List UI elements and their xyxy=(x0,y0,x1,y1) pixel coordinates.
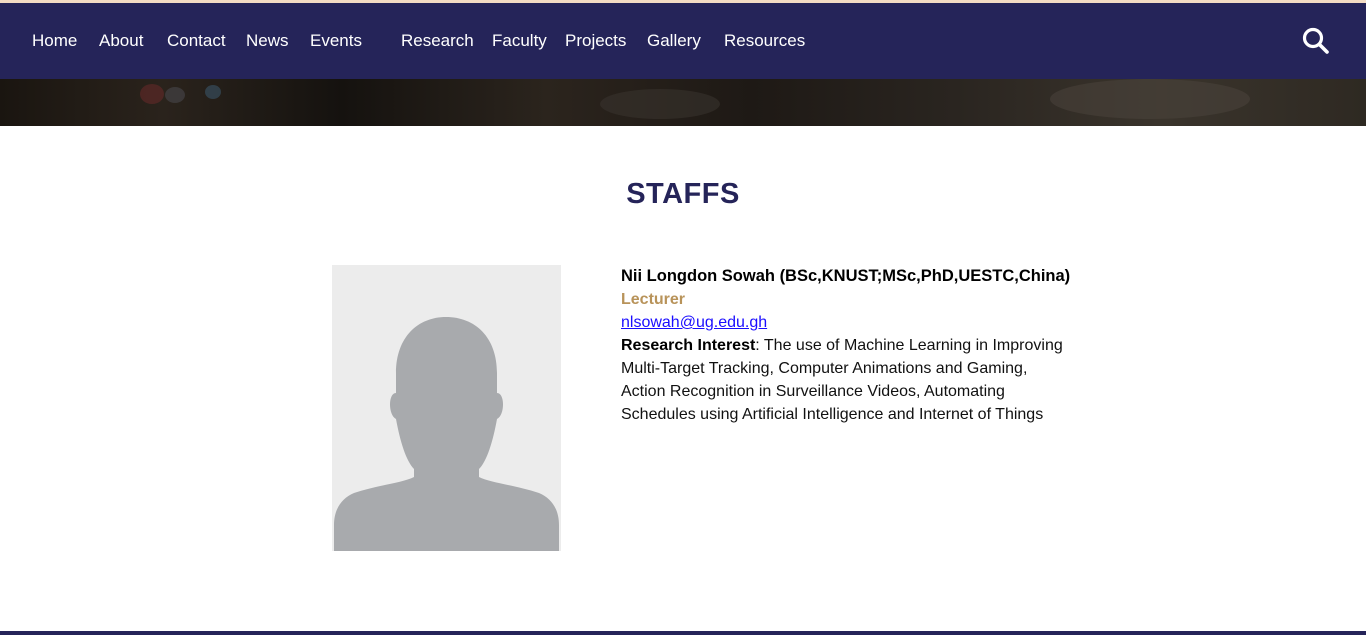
staff-photo xyxy=(332,265,561,551)
hero-banner-image xyxy=(0,79,1366,126)
nav-contact[interactable]: Contact xyxy=(167,31,226,51)
staff-email-link[interactable]: nlsowah@ug.edu.gh xyxy=(621,314,767,331)
nav-resources[interactable]: Resources xyxy=(724,31,805,51)
research-interest: Research Interest: The use of Machine Le… xyxy=(621,334,1071,426)
search-button[interactable] xyxy=(1300,25,1332,57)
nav-news[interactable]: News xyxy=(246,31,289,51)
search-icon xyxy=(1302,27,1329,54)
staff-name: Nii Longdon Sowah (BSc,KNUST;MSc,PhD,UES… xyxy=(621,267,1071,285)
nav-projects[interactable]: Projects xyxy=(565,31,626,51)
page-title: STAFFS xyxy=(626,178,740,210)
nav-events[interactable]: Events xyxy=(310,31,362,51)
staff-role: Lecturer xyxy=(621,291,686,308)
nav-gallery[interactable]: Gallery xyxy=(647,31,701,51)
research-interest-label: Research Interest xyxy=(621,337,756,354)
footer-bar xyxy=(0,631,1366,635)
nav-research[interactable]: Research xyxy=(401,31,474,51)
staff-info: Nii Longdon Sowah (BSc,KNUST;MSc,PhD,UES… xyxy=(621,265,1071,426)
nav-faculty[interactable]: Faculty xyxy=(492,31,547,51)
nav-about[interactable]: About xyxy=(99,31,143,51)
main-navbar: Home About Contact News Events Research … xyxy=(0,3,1366,79)
avatar-placeholder-icon xyxy=(332,265,561,551)
nav-home[interactable]: Home xyxy=(32,31,77,51)
